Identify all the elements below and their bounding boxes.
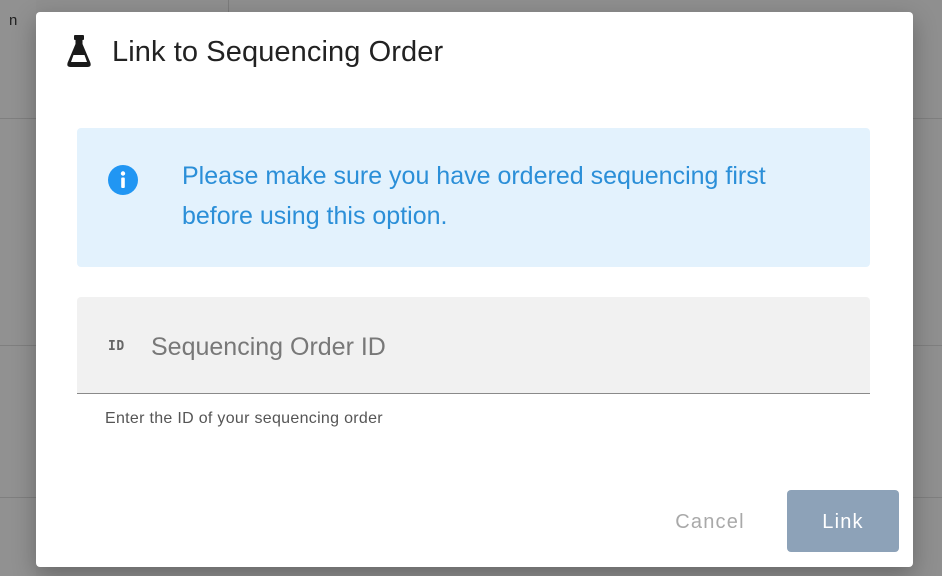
link-sequencing-order-dialog: Link to Sequencing Order Please make sur… [36,12,913,567]
background-divider [0,118,36,119]
dialog-title: Link to Sequencing Order [112,35,444,68]
background-text: n [9,12,18,29]
sequencing-order-id-field[interactable]: ID [77,297,870,394]
background-divider [0,345,36,346]
info-icon [107,164,139,196]
background-divider [913,118,942,119]
alert-message: Please make sure you have ordered sequen… [182,162,766,230]
background-divider [913,345,942,346]
background-sidebar [0,0,36,576]
flask-icon [66,34,92,70]
id-prefix-icon: ID [108,339,125,354]
field-hint: Enter the ID of your sequencing order [105,410,383,427]
sequencing-order-id-input[interactable] [151,327,841,367]
cancel-button[interactable]: Cancel [650,490,770,552]
background-divider [0,497,36,498]
dialog-header: Link to Sequencing Order [66,34,443,70]
info-alert: Please make sure you have ordered sequen… [77,128,870,267]
background-divider [913,497,942,498]
link-button[interactable]: Link [787,490,899,552]
